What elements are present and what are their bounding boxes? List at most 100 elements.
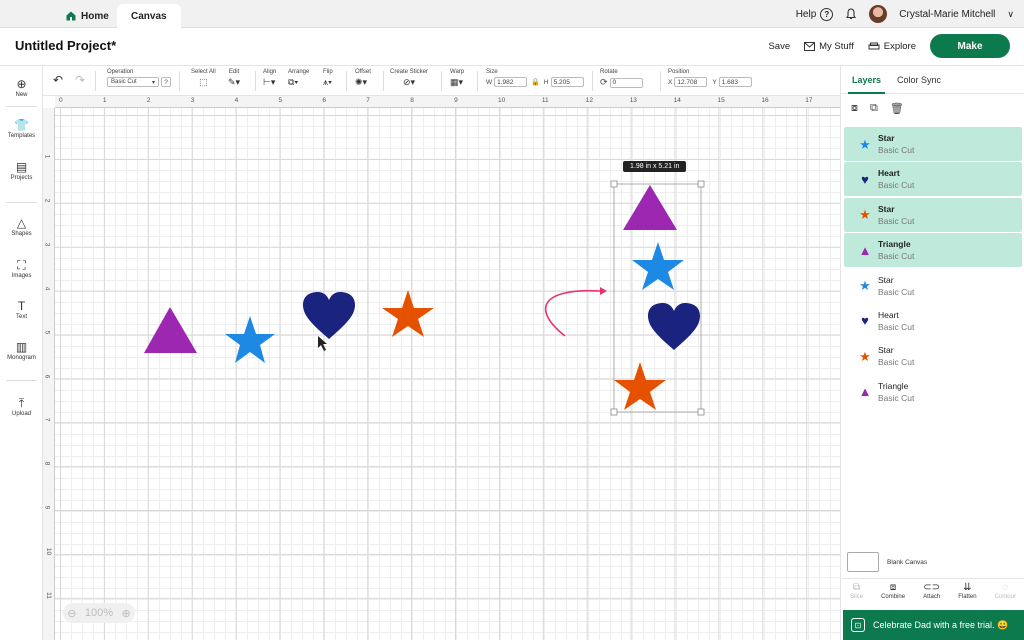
attach-button[interactable]: ⊂⊃ Attach xyxy=(923,582,940,608)
layer-row[interactable]: ♥ Heart Basic Cut xyxy=(844,162,1022,197)
explore-label: Explore xyxy=(883,40,916,52)
star-shape[interactable] xyxy=(382,290,434,337)
x-input[interactable]: 12.708 xyxy=(674,77,708,87)
contour-button[interactable]: ◌ Contour xyxy=(995,582,1016,608)
explore-button[interactable]: Explore xyxy=(868,41,916,52)
blank-canvas-label: Blank Canvas xyxy=(887,558,928,566)
operation-group: Operation Basic Cut ▾ ? xyxy=(107,69,171,87)
warp-icon: ▦▾ xyxy=(450,77,464,87)
images-icon: ⛶ xyxy=(17,258,26,272)
promo-banner[interactable]: ⊡ Celebrate Dad with a free trial. 😀 xyxy=(843,610,1024,640)
duplicate-icon[interactable]: ⧉ xyxy=(870,102,878,115)
resize-handle[interactable] xyxy=(697,408,705,416)
layer-row[interactable]: ★ Star Basic Cut xyxy=(844,197,1022,232)
zoom-in-icon[interactable]: ⊕ xyxy=(122,607,131,620)
edit-toolbar: ↶ ↷ Operation Basic Cut ▾ ? Select All ⬚ … xyxy=(43,66,840,96)
offset-label: Offset xyxy=(355,69,371,75)
operation-select[interactable]: Basic Cut ▾ xyxy=(107,77,159,87)
rail-templates[interactable]: 👕 Templates xyxy=(0,118,43,139)
width-input[interactable]: 1.982 xyxy=(494,77,528,87)
layer-list: ★ Star Basic Cut ♥ Heart Basic Cut ★ Star Basic … xyxy=(844,127,1022,410)
trash-icon[interactable]: 🗑 xyxy=(890,102,904,115)
select-all-group[interactable]: Select All ⬚ xyxy=(191,69,216,87)
height-input[interactable]: 5.205 xyxy=(550,77,584,87)
rail-new[interactable]: ⊕ New xyxy=(0,77,43,98)
layer-row[interactable]: ★ Star Basic Cut xyxy=(844,339,1022,373)
shapes-icon: △ xyxy=(16,216,27,230)
align-label: Align xyxy=(263,69,277,75)
star-shape[interactable] xyxy=(614,362,666,410)
star-icon: ★ xyxy=(859,278,871,294)
warp-group[interactable]: Warp ▦▾ xyxy=(450,69,464,87)
layer-row[interactable]: ▲ Triangle Basic Cut xyxy=(844,233,1022,268)
group-icon[interactable]: ⧇ xyxy=(851,102,858,115)
resize-handle[interactable] xyxy=(610,180,618,188)
gift-icon: ⊡ xyxy=(851,618,865,632)
chevron-down-icon[interactable]: ∨ xyxy=(1007,9,1014,20)
triangle-shape[interactable] xyxy=(623,185,677,230)
my-stuff-button[interactable]: My Stuff xyxy=(804,41,854,52)
project-title[interactable]: Untitled Project* xyxy=(15,38,116,53)
star-shape[interactable] xyxy=(225,316,275,363)
resize-handle[interactable] xyxy=(697,180,705,188)
save-button[interactable]: Save xyxy=(768,41,790,52)
layer-row[interactable]: ★ Star Basic Cut xyxy=(844,269,1022,303)
flatten-button[interactable]: ⇊ Flatten xyxy=(958,582,976,608)
combine-button[interactable]: ⧈ Combine xyxy=(881,582,905,608)
heart-shape[interactable] xyxy=(303,292,355,339)
rail-projects[interactable]: ▤ Projects xyxy=(0,160,43,181)
monogram-icon: ▥ xyxy=(15,340,28,354)
rail-shapes[interactable]: △ Shapes xyxy=(0,216,43,237)
rotate-input[interactable]: 0 xyxy=(609,77,643,88)
design-canvas[interactable]: 0 1 2 3 4 5 6 7 8 9 10 11 12 13 14 15 16 17 1 2 3 4 5 6 7 8 9 10 11… xyxy=(43,96,840,640)
resize-handle[interactable] xyxy=(610,408,618,416)
layer-operation: Basic Cut xyxy=(878,180,915,191)
tab-bar: Home Canvas Help ? Crystal-Marie Mitchel… xyxy=(0,0,1024,28)
triangle-shape[interactable] xyxy=(144,307,197,353)
rail-shapes-label: Shapes xyxy=(11,231,32,237)
make-button[interactable]: Make xyxy=(930,34,1010,58)
account-area: Help ? Crystal-Marie Mitchell ∨ xyxy=(796,0,1014,28)
help-button[interactable]: Help ? xyxy=(796,7,834,21)
redo-icon[interactable]: ↷ xyxy=(75,74,85,86)
toolbar-divider xyxy=(95,71,96,91)
rail-upload[interactable]: ⤒ Upload xyxy=(0,396,43,417)
layer-row[interactable]: ▲ Triangle Basic Cut xyxy=(844,375,1022,409)
layer-actions: ⧇ ⧉ 🗑 xyxy=(851,102,904,115)
tab-layers[interactable]: Layers xyxy=(847,75,886,94)
bell-icon[interactable] xyxy=(845,8,857,20)
avatar[interactable] xyxy=(869,5,888,23)
heart-icon: ♥ xyxy=(861,313,869,329)
tab-home[interactable]: Home xyxy=(52,4,123,28)
rotate-icon[interactable]: ⟳ xyxy=(600,77,608,88)
zoom-out-icon[interactable]: ⊖ xyxy=(67,607,76,620)
operation-help-icon[interactable]: ? xyxy=(161,77,171,87)
star-shape[interactable] xyxy=(632,242,684,290)
heart-shape[interactable] xyxy=(648,303,700,350)
undo-icon[interactable]: ↶ xyxy=(53,74,63,86)
tab-canvas[interactable]: Canvas xyxy=(117,4,181,28)
lock-icon[interactable]: 🔒 xyxy=(531,78,540,86)
rail-text[interactable]: T Text xyxy=(0,299,43,320)
blank-canvas-row[interactable]: Blank Canvas xyxy=(847,552,927,572)
arrange-group[interactable]: Arrange ⧉▾ xyxy=(288,69,309,87)
align-group[interactable]: Align ⊢▾ xyxy=(263,69,276,87)
rail-images[interactable]: ⛶ Images xyxy=(0,258,43,279)
create-sticker-group[interactable]: Create Sticker ⊘▾ xyxy=(390,69,428,87)
edit-group[interactable]: Edit ✎▾ xyxy=(228,69,240,87)
y-input[interactable]: 1.683 xyxy=(718,77,752,87)
rail-upload-label: Upload xyxy=(11,411,31,417)
create-sticker-label: Create Sticker xyxy=(390,69,429,75)
toolbar-divider xyxy=(592,71,593,91)
tab-color-sync[interactable]: Color Sync xyxy=(897,75,941,85)
offset-group[interactable]: Offset ✺▾ xyxy=(355,69,371,87)
flip-group[interactable]: Flip ⩚▾ xyxy=(323,69,333,87)
rail-monogram[interactable]: ▥ Monogram xyxy=(0,340,43,361)
slice-button[interactable]: ⧉ Slice xyxy=(850,582,863,608)
layer-row[interactable]: ★ Star Basic Cut xyxy=(844,127,1022,161)
rail-projects-label: Projects xyxy=(10,175,33,181)
arrange-label: Arrange xyxy=(288,69,310,75)
layer-row[interactable]: ♥ Heart Basic Cut xyxy=(844,304,1022,338)
user-name[interactable]: Crystal-Marie Mitchell xyxy=(899,9,995,20)
layer-operation: Basic Cut xyxy=(878,392,915,403)
